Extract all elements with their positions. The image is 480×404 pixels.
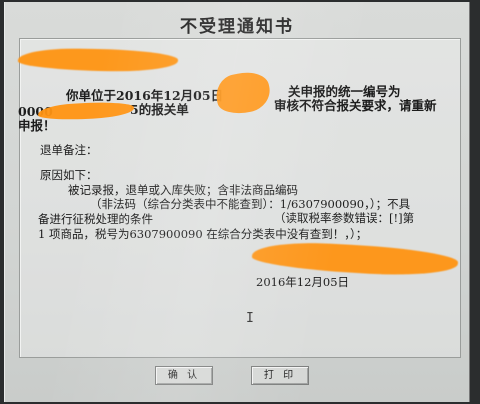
print-button[interactable]: 打 印 xyxy=(251,366,309,385)
reason-line-3b: （读取税率参数错误：[!]第 xyxy=(274,211,415,225)
reason-line-3a: 备进行征税处理的条件 xyxy=(38,212,153,226)
reason-label: 原因如下： xyxy=(40,168,98,182)
reason-line-1: 被记录报，退单或入库失败；含非法商品编码 xyxy=(68,183,298,197)
notice-line-1b: 关申报的统一编号为 xyxy=(288,84,401,99)
notice-window: 不受理通知书 你单位于2016年12月05日 关申报的统一编号为 0000 5的… xyxy=(4,2,470,402)
text-cursor-icon: I xyxy=(246,311,254,326)
notice-line-2c: 审核不符合报关要求，请重新 xyxy=(274,98,437,113)
dialog-title: 不受理通知书 xyxy=(180,17,294,37)
reason-line-4: 1 项商品，税号为6307900090 在综合分类表中没有查到！，）； xyxy=(38,227,368,241)
confirm-button[interactable]: 确 认 xyxy=(155,366,213,385)
notice-panel: 你单位于2016年12月05日 关申报的统一编号为 0000 5的报关单 审核不… xyxy=(17,38,461,358)
return-remark-label: 退单备注： xyxy=(40,143,98,157)
redaction-mark-middle xyxy=(212,67,274,119)
notice-date: 2016年12月05日 xyxy=(256,275,350,289)
notice-line-3: 申报！ xyxy=(18,118,56,133)
reason-line-2: （非法码（综合分类表中不能查到）：1/6307900090，）；不具 xyxy=(90,197,411,211)
notice-line-1a: 你单位于2016年12月05日 xyxy=(66,88,224,103)
redaction-mark-signature xyxy=(251,239,459,279)
redaction-mark-top xyxy=(17,47,179,73)
notice-line-2b: 5的报关单 xyxy=(130,102,189,117)
